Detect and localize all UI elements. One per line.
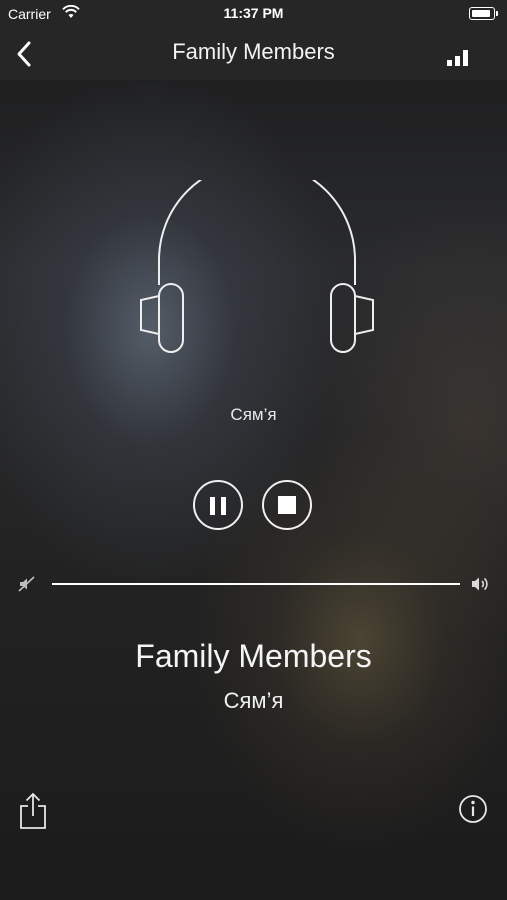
signal-bars-button[interactable] — [447, 46, 473, 66]
headphones-icon — [137, 161, 377, 360]
volume-max-icon[interactable] — [470, 574, 492, 599]
status-time: 11:37 PM — [223, 5, 284, 21]
blurred-background — [0, 0, 507, 900]
share-button[interactable] — [16, 792, 50, 830]
stop-icon — [278, 496, 296, 514]
signal-bar-3 — [463, 50, 468, 66]
pause-icon — [210, 497, 215, 515]
artwork-caption: Сям’я — [230, 405, 277, 424]
signal-bar-1 — [447, 60, 452, 66]
track-title: Family Members — [135, 638, 372, 674]
volume-slider[interactable] — [52, 583, 460, 585]
info-icon — [459, 795, 487, 823]
navigation-bar: Family Members — [0, 28, 507, 80]
volume-slider-fill — [52, 583, 460, 585]
signal-bar-2 — [455, 56, 460, 66]
pause-button[interactable] — [193, 480, 243, 530]
volume-control — [0, 570, 507, 600]
pause-icon-bar — [221, 497, 226, 515]
playback-controls — [0, 480, 507, 534]
status-bar: Carrier 11:37 PM — [0, 0, 507, 28]
volume-mute-icon[interactable] — [18, 575, 36, 598]
page-title: Family Members — [172, 39, 335, 64]
stop-button[interactable] — [262, 480, 312, 530]
battery-level-fill — [471, 9, 491, 17]
share-icon — [20, 792, 46, 829]
battery-icon — [469, 7, 498, 20]
info-button[interactable] — [458, 794, 488, 824]
track-subtitle: Сям’я — [223, 688, 284, 713]
